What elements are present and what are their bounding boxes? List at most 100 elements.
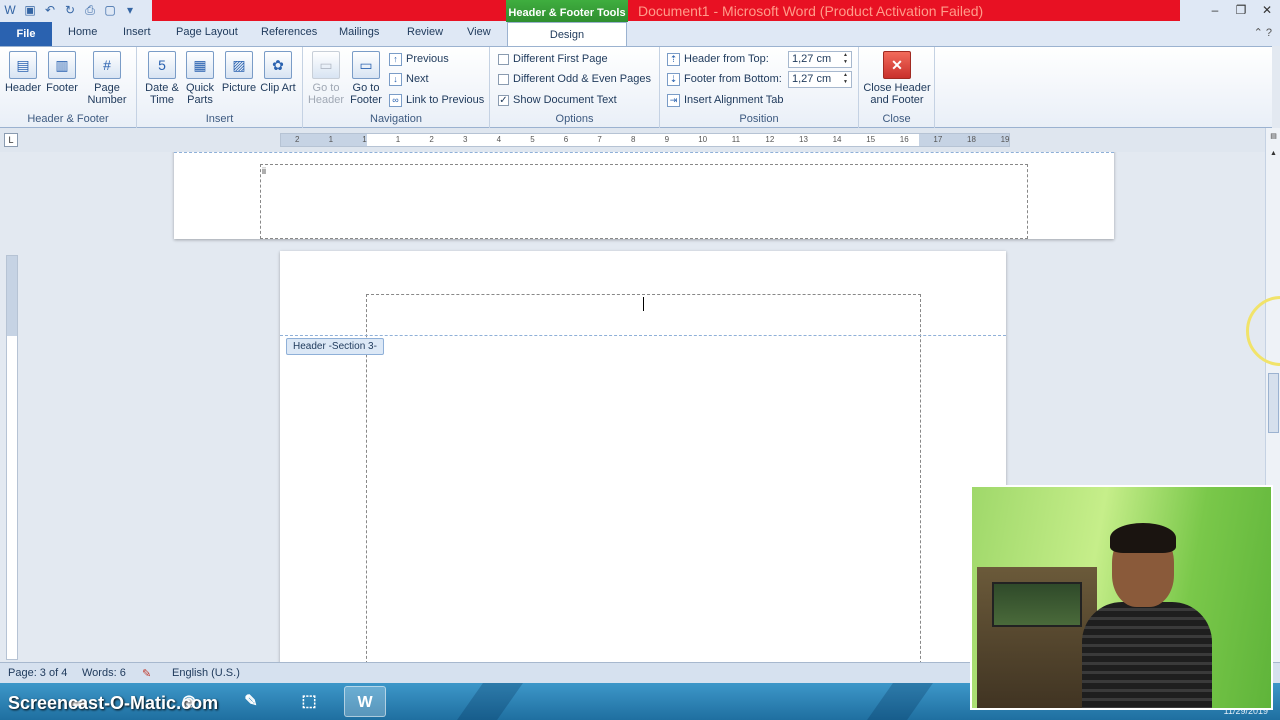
group-insert: 5 Date & Time ▦ Quick Parts ▨ Picture ✿ Clip…	[137, 47, 303, 128]
vertical-ruler[interactable]	[6, 255, 18, 660]
ruler-number: 6	[563, 135, 569, 144]
webcam-overlay	[970, 485, 1273, 710]
ruler-number: 16	[899, 135, 909, 144]
footer-button[interactable]: ▥ Footer	[41, 51, 83, 94]
header-icon: ▤	[9, 51, 37, 79]
webcam-person-body	[1082, 602, 1212, 708]
close-icon[interactable]: ✕	[1254, 0, 1280, 20]
next-icon: ↓	[389, 72, 402, 86]
screen-capture-icon[interactable]: ⬚	[288, 686, 330, 717]
group-label: Position	[739, 113, 779, 125]
group-label: Header & Footer	[27, 113, 109, 125]
proofing-icon[interactable]: ✎	[142, 667, 151, 680]
tab-page-layout[interactable]: Page Layout	[176, 26, 238, 38]
language[interactable]: English (U.S.)	[172, 667, 240, 679]
ruler-number: 13	[799, 135, 808, 144]
restore-icon[interactable]: ❐	[1228, 0, 1254, 20]
show-document-text-checkbox[interactable]: ✓ Show Document Text	[498, 91, 617, 109]
ribbon-tabs: File Home Insert Page Layout References …	[0, 22, 1280, 47]
group-close: ✕ Close Header and Footer Close	[859, 47, 935, 128]
taskbar-decoration	[457, 683, 523, 720]
link-to-previous-button[interactable]: ∞ Link to Previous	[389, 91, 484, 109]
picture-button[interactable]: ▨ Picture	[218, 51, 260, 94]
customize-toolbar-icon[interactable]: ▾	[122, 2, 138, 18]
group-navigation: ▭ Go to Header ▭ Go to Footer ↑ Previous ↓ N…	[303, 47, 490, 128]
quick-parts-button[interactable]: ▦ Quick Parts	[179, 51, 221, 106]
next-button[interactable]: ↓ Next	[389, 70, 429, 88]
footer-from-bottom-spinner[interactable]: 1,27 cm	[788, 71, 852, 88]
clip-art-button[interactable]: ✿ Clip Art	[257, 51, 299, 94]
tab-references[interactable]: References	[261, 26, 317, 38]
tab-selector-button[interactable]: L	[4, 133, 18, 147]
tab-home[interactable]: Home	[68, 26, 97, 38]
date-time-button[interactable]: 5 Date & Time	[141, 51, 183, 106]
footer-area[interactable]	[260, 164, 1028, 239]
footer-from-bottom-row: ⇣ Footer from Bottom:	[667, 70, 782, 88]
redo-icon[interactable]: ↻	[62, 2, 78, 18]
close-header-footer-button[interactable]: ✕ Close Header and Footer	[863, 51, 931, 106]
scroll-thumb[interactable]	[1268, 373, 1279, 433]
different-first-page-checkbox[interactable]: Different First Page	[498, 50, 608, 68]
tab-review[interactable]: Review	[407, 26, 443, 38]
webcam-aquarium	[992, 582, 1082, 627]
group-options: Different First Page Different Odd & Eve…	[490, 47, 660, 128]
current-page: Header -Section 3-	[280, 251, 1006, 662]
ribbon: ▤ Header ▥ Footer # Page Number Header & Fo…	[0, 46, 1272, 128]
different-odd-even-checkbox[interactable]: Different Odd & Even Pages	[498, 70, 651, 88]
ruler-number: 12	[765, 135, 775, 144]
header-from-top-spinner[interactable]: 1,27 cm	[788, 51, 852, 68]
ruler-number: 1	[395, 135, 401, 144]
context-tab-header-footer-tools: Header & Footer Tools	[506, 0, 628, 24]
previous-button[interactable]: ↑ Previous	[389, 50, 449, 68]
undo-icon[interactable]: ↶	[42, 2, 58, 18]
tab-file[interactable]: File	[0, 22, 52, 46]
word-count[interactable]: Words: 6	[82, 667, 126, 679]
tab-mailings[interactable]: Mailings	[339, 26, 379, 38]
footer-page-number: ii	[262, 166, 266, 176]
window-title: Document1 - Microsoft Word (Product Acti…	[638, 3, 984, 19]
ruler-number: 8	[631, 135, 636, 144]
group-position: ⇡Header from Top: 1,27 cm ⇣Footer from B…	[660, 47, 859, 128]
group-header-footer: ▤ Header ▥ Footer # Page Number Header & Fo…	[0, 47, 137, 128]
webcam-person	[1082, 523, 1212, 708]
go-to-footer-button[interactable]: ▭ Go to Footer	[345, 51, 387, 106]
ruler-number: 2	[295, 135, 300, 144]
ruler-number: 17	[933, 135, 943, 144]
minimize-icon[interactable]: –	[1202, 0, 1228, 20]
window-controls: – ❐ ✕	[1202, 0, 1280, 20]
tab-view[interactable]: View	[467, 26, 491, 38]
text-area-boundary[interactable]	[366, 294, 921, 662]
calendar-icon: 5	[148, 51, 176, 79]
go-to-footer-icon: ▭	[352, 51, 380, 79]
insert-alignment-tab-button[interactable]: ⇥ Insert Alignment Tab	[667, 91, 783, 109]
help-icon[interactable]: ⌃ ?	[1254, 26, 1272, 39]
link-icon: ∞	[389, 93, 402, 107]
word-taskbar-icon[interactable]: W	[344, 686, 386, 717]
horizontal-ruler[interactable]: 2 1 1 1 2 3 4 5 6 7 8 9 10 11 12 13 14 15 16 17 18 19	[280, 133, 1010, 147]
word-app-icon[interactable]: W	[2, 2, 18, 18]
screencast-watermark: Screencast-O-Matic.com	[8, 693, 219, 713]
ruler-ticks: 2 1 1 1 2 3 4 5 6 7 8 9 10 11 12 13 14 15 16 17 18 19	[281, 134, 1010, 146]
page-number-icon: #	[93, 51, 121, 79]
previous-icon: ↑	[389, 52, 402, 66]
new-document-icon[interactable]: ▢	[102, 2, 118, 18]
tab-design[interactable]: Design	[507, 22, 627, 47]
page-number-button[interactable]: # Page Number	[84, 51, 130, 106]
scroll-up-icon[interactable]: ▲	[1268, 150, 1279, 161]
save-icon[interactable]: ▣	[22, 2, 38, 18]
ruler-number: 15	[866, 135, 876, 144]
title-bar: W ▣ ↶ ↻ ⎙ ▢ ▾ Header & Footer Tools Docu…	[0, 0, 1280, 24]
drawing-app-icon[interactable]: ✎	[230, 686, 272, 717]
print-preview-icon[interactable]: ⎙	[82, 2, 98, 18]
page-count[interactable]: Page: 3 of 4	[8, 667, 67, 679]
picture-icon: ▨	[225, 51, 253, 79]
go-to-header-button[interactable]: ▭ Go to Header	[305, 51, 347, 106]
ruler-number: 7	[597, 135, 602, 144]
quick-parts-icon: ▦	[186, 51, 214, 79]
ruler-toggle-icon[interactable]: ▤	[1268, 132, 1279, 143]
tab-insert[interactable]: Insert	[123, 26, 151, 38]
header-button[interactable]: ▤ Header	[2, 51, 44, 94]
footer-separator-line	[174, 152, 1114, 153]
checkbox-unchecked	[498, 73, 509, 85]
ruler-number: 14	[832, 135, 842, 144]
